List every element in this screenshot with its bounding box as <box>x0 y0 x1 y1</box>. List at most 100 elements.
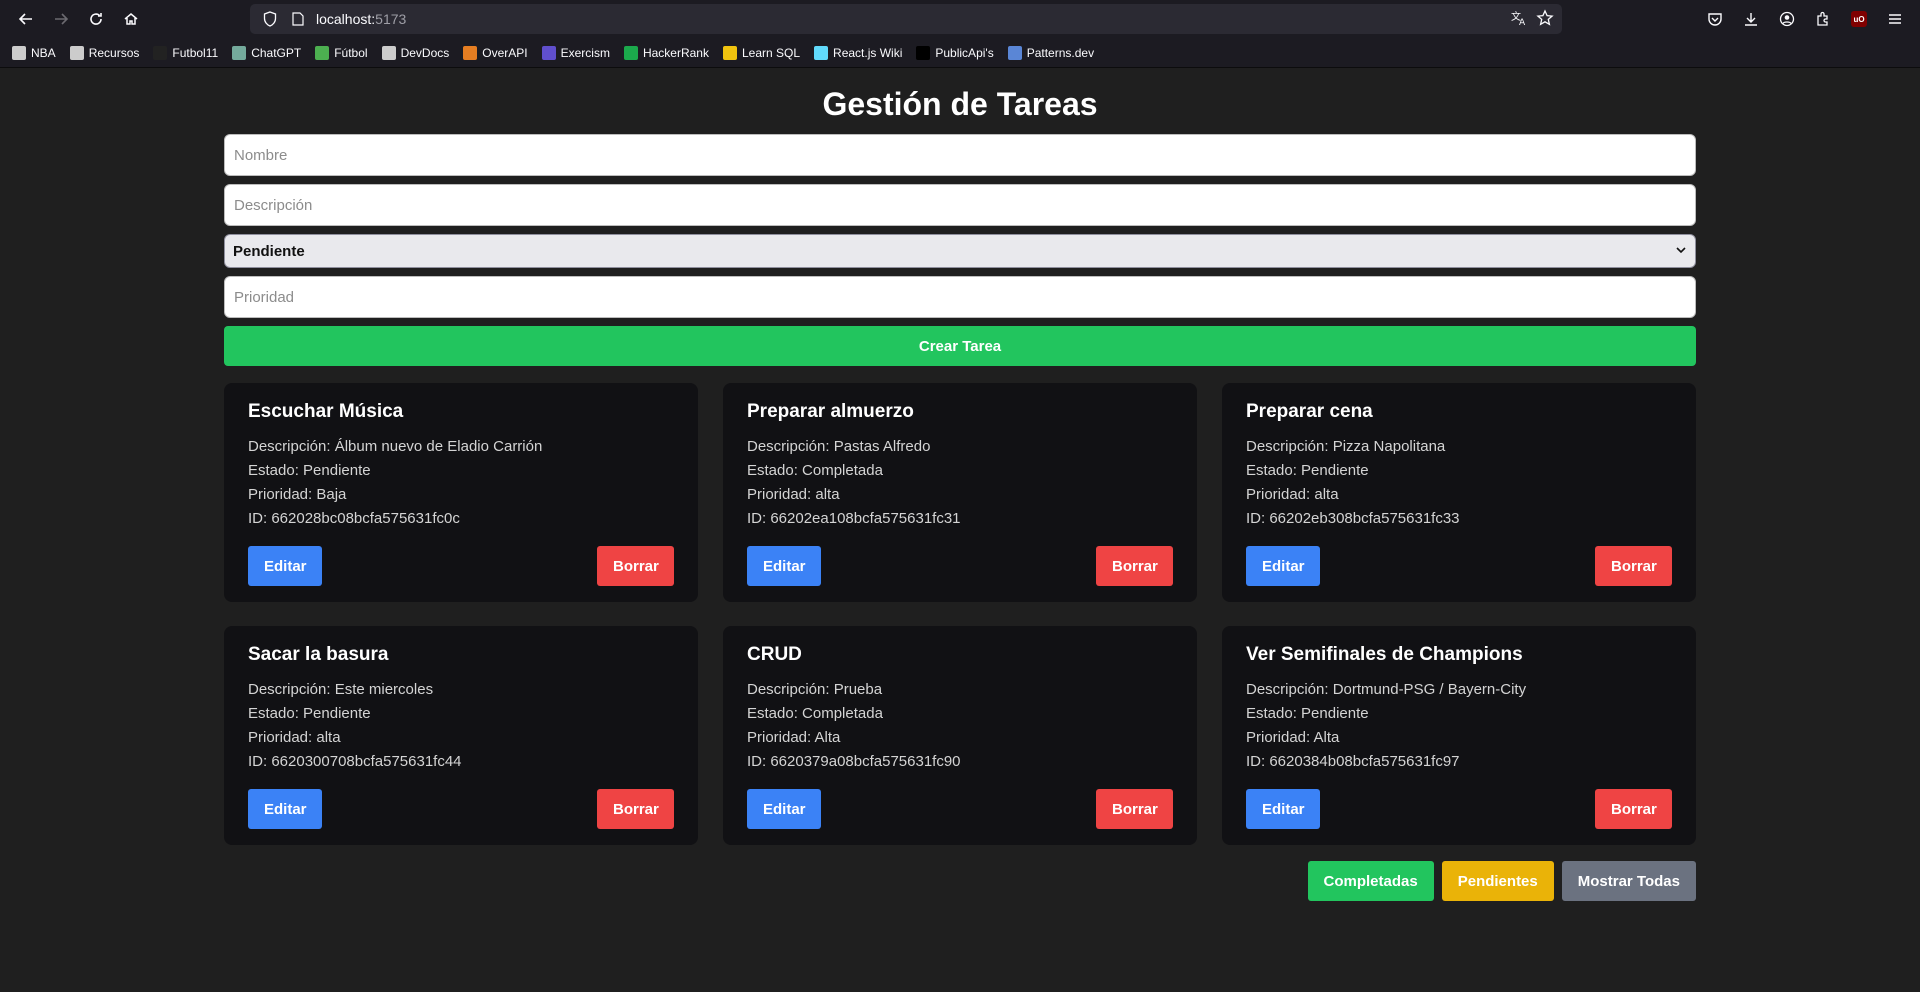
delete-button[interactable]: Borrar <box>1595 546 1672 586</box>
status-value: Pendiente <box>303 462 371 479</box>
card-actions: Editar Borrar <box>747 789 1173 829</box>
delete-button[interactable]: Borrar <box>597 546 674 586</box>
task-status: Estado: Pendiente <box>248 459 674 483</box>
task-title: Preparar almuerzo <box>747 401 914 422</box>
browser-toolbar: localhost: 5173 文A uO <box>0 0 1920 38</box>
priority-input[interactable] <box>224 276 1696 318</box>
edit-button[interactable]: Editar <box>747 546 821 586</box>
task-priority: Prioridad: Baja <box>248 483 674 507</box>
card-actions: Editar Borrar <box>248 789 674 829</box>
card-actions: Editar Borrar <box>248 546 674 586</box>
priority-value: Baja <box>316 486 347 503</box>
translate-icon[interactable]: 文A <box>1510 9 1528 32</box>
task-description: Descripción: Este miercoles <box>248 678 674 702</box>
task-title: Sacar la basura <box>248 644 389 665</box>
reload-icon[interactable] <box>80 3 112 35</box>
soccer-ball-icon <box>315 45 330 60</box>
edit-button[interactable]: Editar <box>747 789 821 829</box>
status-select-value: Pendiente <box>233 242 305 260</box>
filter-completed-button[interactable]: Completadas <box>1307 861 1434 901</box>
bookmark-item[interactable]: PublicApi's <box>916 45 994 60</box>
status-select[interactable]: Pendiente <box>224 234 1696 268</box>
status-value: Pendiente <box>1301 705 1369 722</box>
bookmark-item[interactable]: Patterns.dev <box>1007 45 1094 60</box>
url-bar[interactable]: localhost: 5173 文A <box>250 4 1562 34</box>
bookmark-item[interactable]: NBA <box>12 45 56 60</box>
edit-button[interactable]: Editar <box>1246 546 1320 586</box>
delete-button[interactable]: Borrar <box>1595 789 1672 829</box>
bookmark-item[interactable]: Futbol11 <box>153 45 218 60</box>
bookmark-label: PublicApi's <box>935 45 994 60</box>
description-label: Descripción: <box>747 681 834 698</box>
delete-button[interactable]: Borrar <box>1096 546 1173 586</box>
url-port: 5173 <box>375 11 407 27</box>
menu-icon[interactable] <box>1880 4 1910 34</box>
priority-label: Prioridad: <box>1246 486 1315 503</box>
task-card: CRUD Descripción: Prueba Estado: Complet… <box>723 626 1197 845</box>
priority-label: Prioridad: <box>1246 729 1314 746</box>
ublock-icon[interactable]: uO <box>1844 4 1874 34</box>
overapi-icon <box>463 45 478 60</box>
edit-button[interactable]: Editar <box>248 789 322 829</box>
description-label: Descripción: <box>1246 681 1333 698</box>
bookmark-label: Fútbol <box>334 45 368 60</box>
id-value: 6620384b08bcfa575631fc97 <box>1269 753 1460 770</box>
task-id: ID: 662028bc08bcfa575631fc0c <box>248 507 674 531</box>
task-description: Descripción: Pastas Alfredo <box>747 435 1173 459</box>
bookmark-item[interactable]: OverAPI <box>463 45 528 60</box>
priority-value: alta <box>1314 486 1339 503</box>
description-label: Descripción: <box>248 438 335 455</box>
page-icon[interactable] <box>288 9 308 29</box>
task-title: CRUD <box>747 644 802 665</box>
description-value: Dortmund-PSG / Bayern-City <box>1332 681 1527 698</box>
name-input[interactable] <box>224 134 1696 176</box>
extensions-icon[interactable] <box>1808 4 1838 34</box>
description-value: Álbum nuevo de Eladio Carrión <box>334 438 543 455</box>
task-id: ID: 6620384b08bcfa575631fc97 <box>1246 750 1672 774</box>
filter-all-button[interactable]: Mostrar Todas <box>1561 861 1696 901</box>
status-label: Estado: <box>747 705 803 722</box>
forward-icon[interactable] <box>45 3 77 35</box>
react-icon <box>814 45 829 60</box>
description-label: Descripción: <box>248 681 335 698</box>
status-label: Estado: <box>747 462 803 479</box>
bookmark-item[interactable]: Recursos <box>69 45 139 60</box>
description-input[interactable] <box>224 184 1696 226</box>
bookmark-item[interactable]: DevDocs <box>381 45 450 60</box>
task-priority: Prioridad: alta <box>1246 483 1672 507</box>
bookmark-item[interactable]: React.js Wiki <box>814 45 902 60</box>
chevron-down-icon <box>1675 243 1687 260</box>
delete-button[interactable]: Borrar <box>597 789 674 829</box>
bookmark-item[interactable]: Exercism <box>541 45 610 60</box>
bookmark-label: DevDocs <box>400 45 450 60</box>
task-id: ID: 6620379a08bcfa575631fc90 <box>747 750 1173 774</box>
account-icon[interactable] <box>1772 4 1802 34</box>
task-card: Escuchar Música Descripción: Álbum nuevo… <box>224 383 698 602</box>
edit-button[interactable]: Editar <box>1246 789 1320 829</box>
card-actions: Editar Borrar <box>1246 789 1672 829</box>
priority-label: Prioridad: <box>248 729 317 746</box>
shield-icon[interactable] <box>260 9 280 29</box>
key-icon <box>722 45 737 60</box>
id-value: 662028bc08bcfa575631fc0c <box>271 510 460 527</box>
task-status: Estado: Pendiente <box>248 702 674 726</box>
create-task-button[interactable]: Crear Tarea <box>224 326 1696 366</box>
bookmark-item[interactable]: ChatGPT <box>232 45 301 60</box>
id-label: ID: <box>747 753 771 770</box>
home-icon[interactable] <box>115 3 147 35</box>
downloads-icon[interactable] <box>1736 4 1766 34</box>
pocket-icon[interactable] <box>1700 4 1730 34</box>
status-value: Pendiente <box>1301 462 1369 479</box>
devdocs-icon <box>381 45 396 60</box>
bookmark-item[interactable]: Learn SQL <box>722 45 801 60</box>
bookmark-label: Learn SQL <box>741 45 801 60</box>
bookmark-star-icon[interactable] <box>1536 9 1554 32</box>
back-icon[interactable] <box>10 3 42 35</box>
bookmark-item[interactable]: Fútbol <box>315 45 368 60</box>
delete-button[interactable]: Borrar <box>1096 789 1173 829</box>
bookmark-item[interactable]: HackerRank <box>623 45 709 60</box>
bookmark-label: NBA <box>31 45 56 60</box>
filter-pending-button[interactable]: Pendientes <box>1441 861 1554 901</box>
edit-button[interactable]: Editar <box>248 546 322 586</box>
status-label: Estado: <box>248 705 304 722</box>
